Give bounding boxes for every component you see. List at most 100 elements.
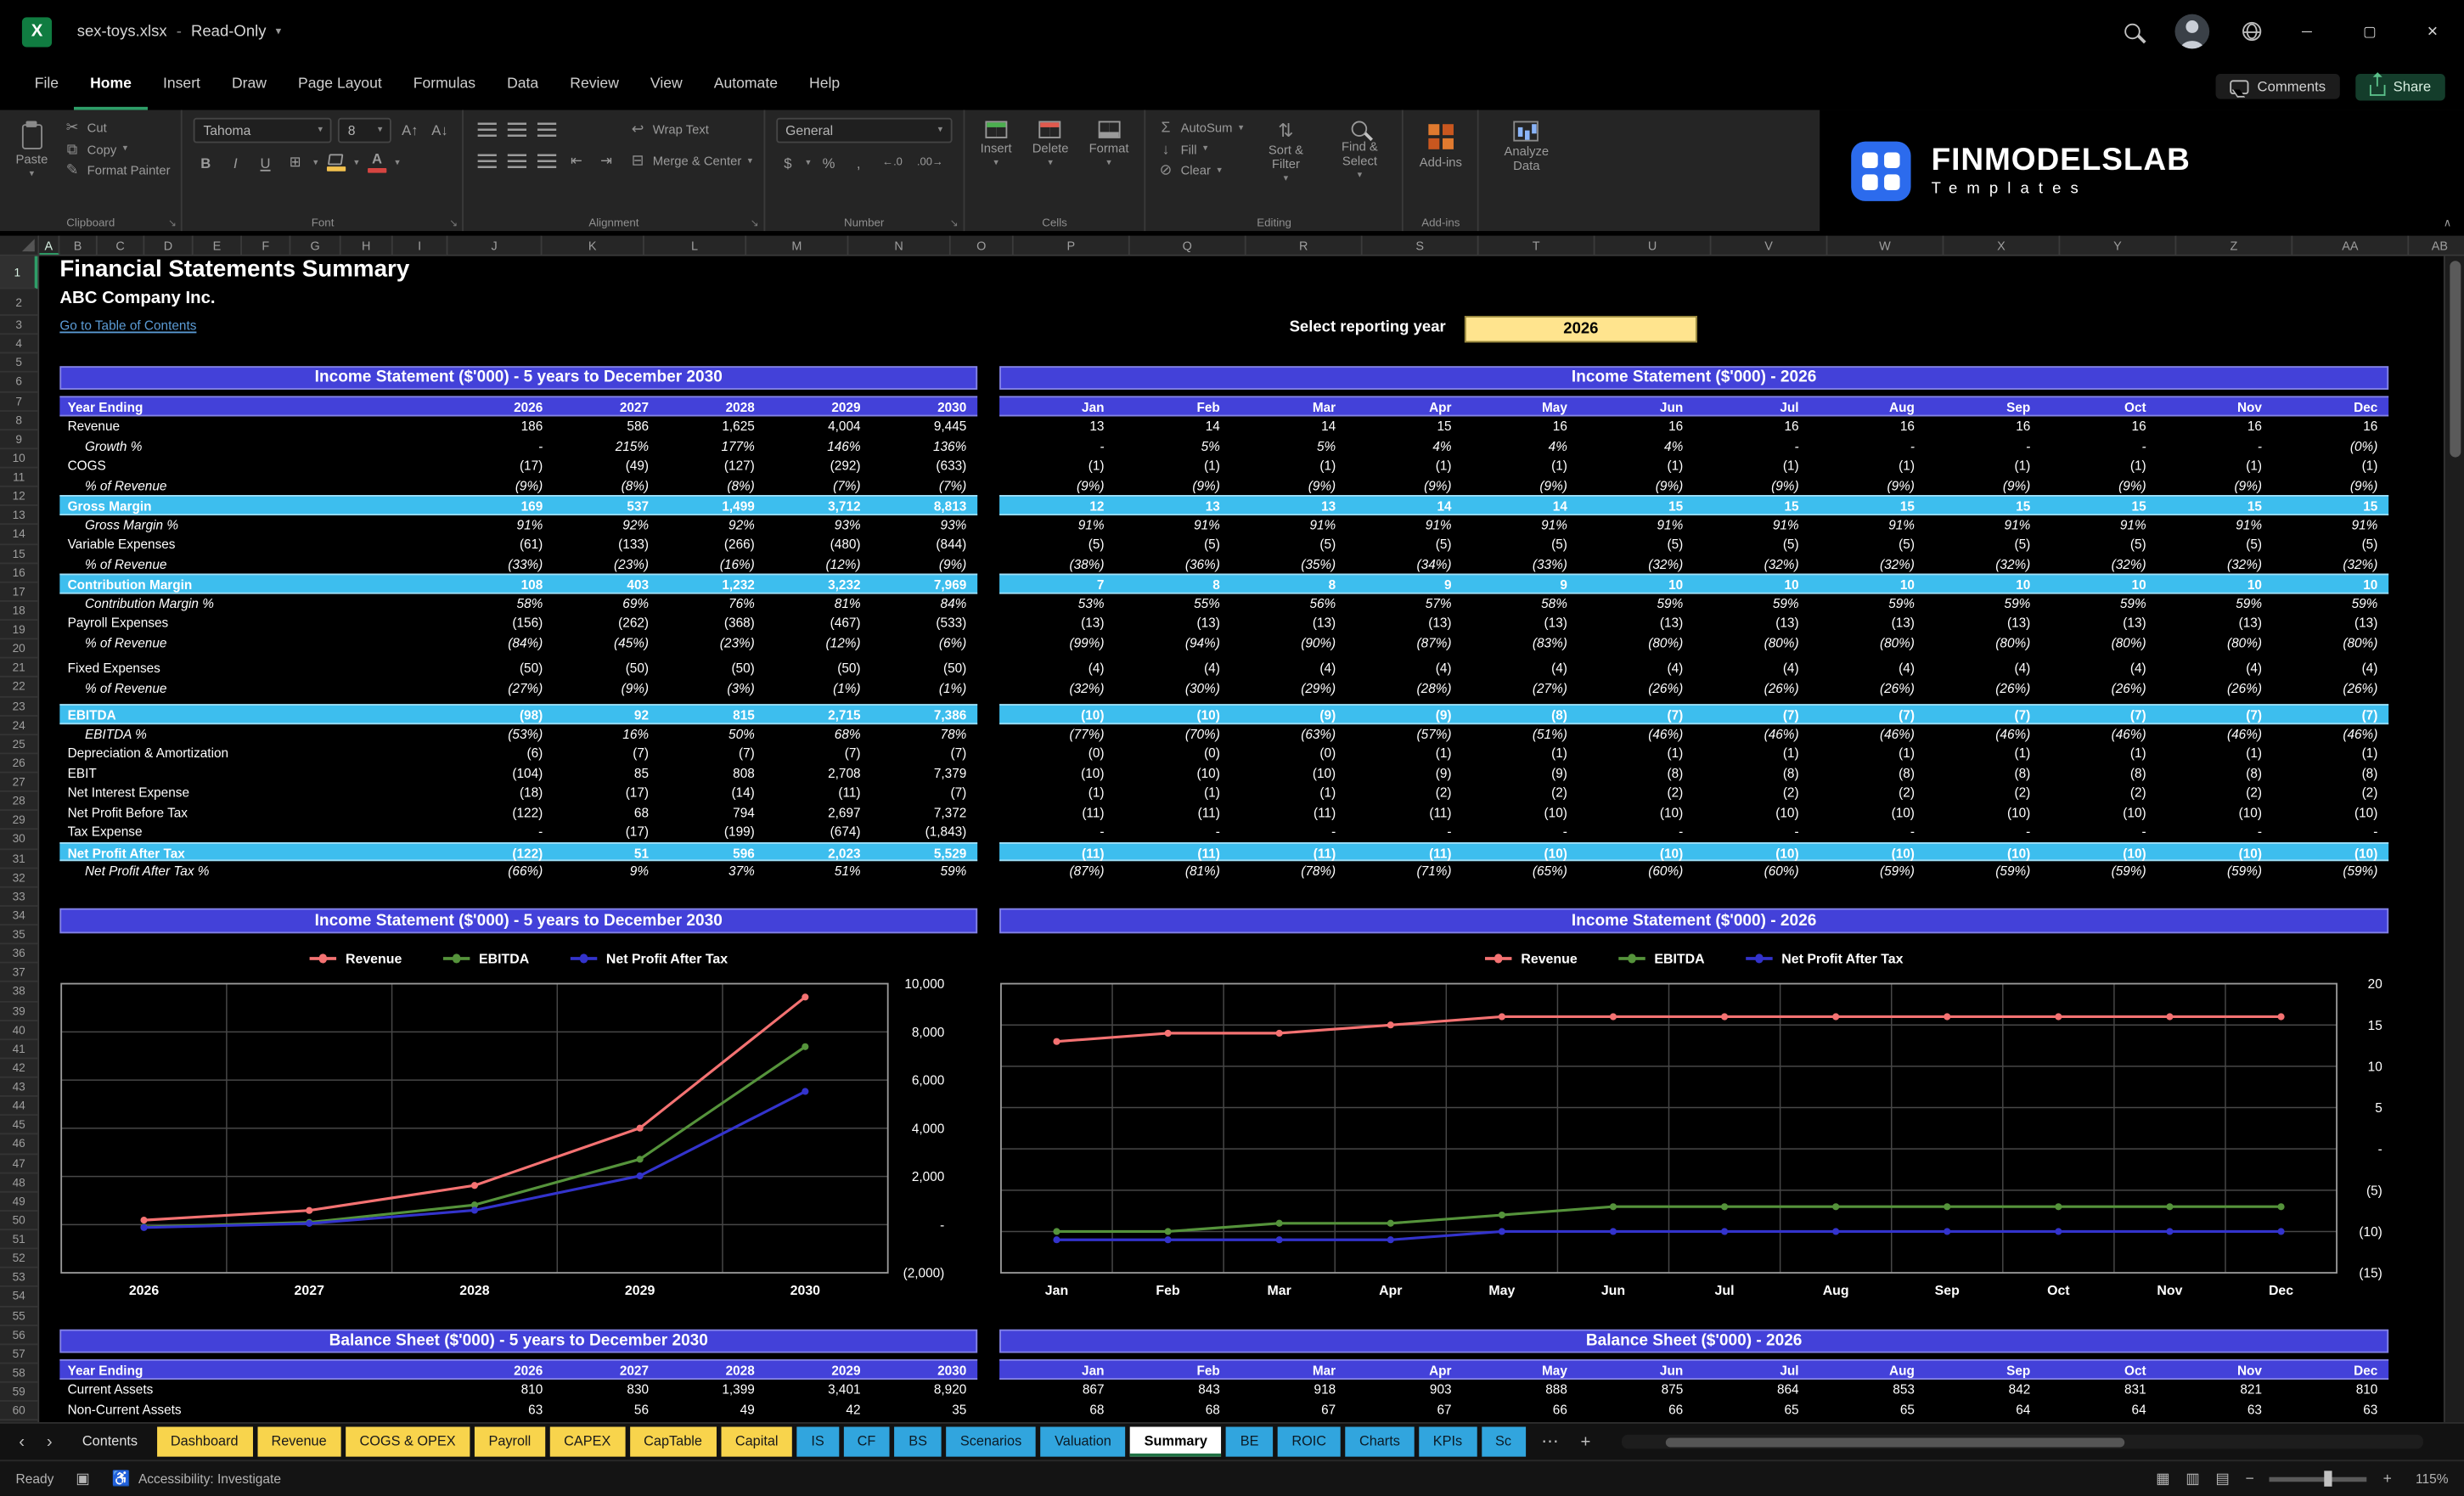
cell[interactable]: 68 xyxy=(1115,1399,1230,1419)
ribbon-tab-page-layout[interactable]: Page Layout xyxy=(283,63,398,110)
cell[interactable]: - xyxy=(1115,822,1230,841)
cell[interactable]: 853 xyxy=(1810,1380,1926,1399)
cell[interactable]: (9) xyxy=(1462,763,1578,783)
sheet-canvas[interactable]: Financial Statements Summary ABC Company… xyxy=(39,256,2464,1422)
cell[interactable]: 78% xyxy=(871,723,977,743)
cell[interactable]: 68 xyxy=(999,1399,1115,1419)
row-header-22[interactable]: 22 xyxy=(0,678,38,697)
cell[interactable]: (23%) xyxy=(554,554,660,573)
cell[interactable]: (4) xyxy=(1115,658,1230,678)
cell[interactable]: 10 xyxy=(2157,575,2273,593)
cell[interactable]: 92 xyxy=(554,706,660,723)
row-label[interactable]: Gross Margin % xyxy=(59,515,447,534)
cell[interactable]: (26%) xyxy=(2273,678,2388,698)
cell[interactable]: 91% xyxy=(1115,515,1230,534)
cell[interactable]: 59% xyxy=(2273,593,2388,613)
cell[interactable]: (13) xyxy=(1115,613,1230,633)
cell[interactable]: (5) xyxy=(1810,534,1926,554)
cell[interactable]: (10) xyxy=(999,763,1115,783)
cell[interactable]: (2) xyxy=(2041,783,2157,802)
cell[interactable]: (5) xyxy=(1115,534,1230,554)
cell[interactable]: - xyxy=(1231,822,1347,841)
column-header-b[interactable]: B xyxy=(59,235,98,255)
row-header-6[interactable]: 6 xyxy=(0,373,38,392)
cell[interactable]: (7) xyxy=(2157,706,2273,723)
cell[interactable]: 66 xyxy=(1462,1399,1578,1419)
cell[interactable]: (32%) xyxy=(1810,554,1926,573)
cell[interactable]: - xyxy=(2157,436,2273,456)
cell[interactable]: 8 xyxy=(1115,575,1230,593)
cell[interactable]: (80%) xyxy=(1926,633,2041,652)
cell[interactable]: (5) xyxy=(2157,534,2273,554)
cell[interactable]: 91% xyxy=(999,515,1115,534)
cell[interactable]: 13 xyxy=(999,416,1115,436)
cell[interactable]: (127) xyxy=(660,456,766,475)
cell[interactable]: (266) xyxy=(660,534,766,554)
row-header-26[interactable]: 26 xyxy=(0,754,38,773)
cell[interactable]: (4) xyxy=(999,658,1115,678)
cell[interactable]: (46%) xyxy=(1810,723,1926,743)
cell[interactable]: (122) xyxy=(447,802,554,822)
cell[interactable]: (11) xyxy=(1231,802,1347,822)
cell[interactable]: (57%) xyxy=(1347,723,1462,743)
cell[interactable]: (34%) xyxy=(1347,554,1462,573)
row-label[interactable]: Tax Expense xyxy=(59,822,447,841)
cell[interactable]: (5) xyxy=(1694,534,1809,554)
cell[interactable]: (17) xyxy=(554,783,660,802)
wrap-text-button[interactable]: ↩ Wrap Text xyxy=(629,118,752,142)
cell[interactable]: (60%) xyxy=(1694,861,1809,880)
cell[interactable]: 59% xyxy=(1694,593,1809,613)
column-header[interactable]: 2030 xyxy=(871,397,977,415)
cell[interactable]: (1,843) xyxy=(871,822,977,841)
scrollbar-thumb[interactable] xyxy=(2449,261,2461,458)
row-header-30[interactable]: 30 xyxy=(0,830,38,850)
cell[interactable]: (2) xyxy=(1462,783,1578,802)
close-button[interactable]: ✕ xyxy=(2401,0,2464,63)
cell[interactable]: (0) xyxy=(999,743,1115,762)
column-header[interactable]: Jun xyxy=(1578,1361,1694,1379)
column-header-f[interactable]: F xyxy=(242,235,291,255)
cell[interactable]: (8) xyxy=(1810,763,1926,783)
collapse-ribbon-icon[interactable]: ∧ xyxy=(2444,217,2451,229)
cell[interactable]: 843 xyxy=(1115,1380,1230,1399)
cell[interactable]: (61) xyxy=(447,534,554,554)
cell[interactable]: (32%) xyxy=(1578,554,1694,573)
column-header-z[interactable]: Z xyxy=(2176,235,2293,255)
column-header-aa[interactable]: AA xyxy=(2292,235,2410,255)
cell[interactable]: (1) xyxy=(2041,743,2157,762)
cell[interactable]: 4% xyxy=(1462,436,1578,456)
align-right-button[interactable] xyxy=(535,149,559,173)
increase-indent-button[interactable]: ⇥ xyxy=(594,149,618,173)
column-header[interactable]: Nov xyxy=(2157,1361,2273,1379)
zoom-out-button[interactable]: − xyxy=(2246,1470,2254,1487)
cell[interactable]: 16 xyxy=(2041,416,2157,436)
cell[interactable]: (1) xyxy=(2157,456,2273,475)
next-sheet-button[interactable]: › xyxy=(41,1432,59,1451)
cell[interactable]: (9%) xyxy=(999,475,1115,495)
cell[interactable]: - xyxy=(1462,822,1578,841)
cell[interactable]: 53% xyxy=(999,593,1115,613)
cell[interactable]: (1) xyxy=(1347,743,1462,762)
cell[interactable]: (8) xyxy=(1462,706,1578,723)
row-label[interactable]: Net Profit Before Tax xyxy=(59,802,447,822)
cell[interactable]: (5) xyxy=(999,534,1115,554)
fill-button[interactable]: ↓ Fill ▾ xyxy=(1157,142,1244,157)
cell[interactable]: 59% xyxy=(871,861,977,880)
column-header[interactable]: Mar xyxy=(1231,397,1347,415)
cell[interactable]: (3%) xyxy=(660,678,766,698)
column-header-v[interactable]: V xyxy=(1711,235,1828,255)
dialog-launcher-icon[interactable]: ↘ xyxy=(168,217,177,229)
avatar[interactable] xyxy=(2174,14,2210,49)
sheet-tab-sc[interactable]: Sc xyxy=(1481,1426,1526,1457)
cell[interactable]: (32%) xyxy=(1694,554,1809,573)
cell[interactable]: (7) xyxy=(2273,706,2388,723)
column-header-s[interactable]: S xyxy=(1363,235,1479,255)
cell[interactable]: 815 xyxy=(660,706,766,723)
borders-button[interactable]: ⊞ xyxy=(284,151,307,175)
cell[interactable]: (2) xyxy=(2157,783,2273,802)
cell[interactable]: (13) xyxy=(1578,613,1694,633)
table-title-is-annual[interactable]: Income Statement ($'000) - 5 years to De… xyxy=(59,366,978,390)
italic-button[interactable]: I xyxy=(224,151,248,175)
cell[interactable]: (17) xyxy=(447,456,554,475)
column-header[interactable]: Sep xyxy=(1926,1361,2041,1379)
